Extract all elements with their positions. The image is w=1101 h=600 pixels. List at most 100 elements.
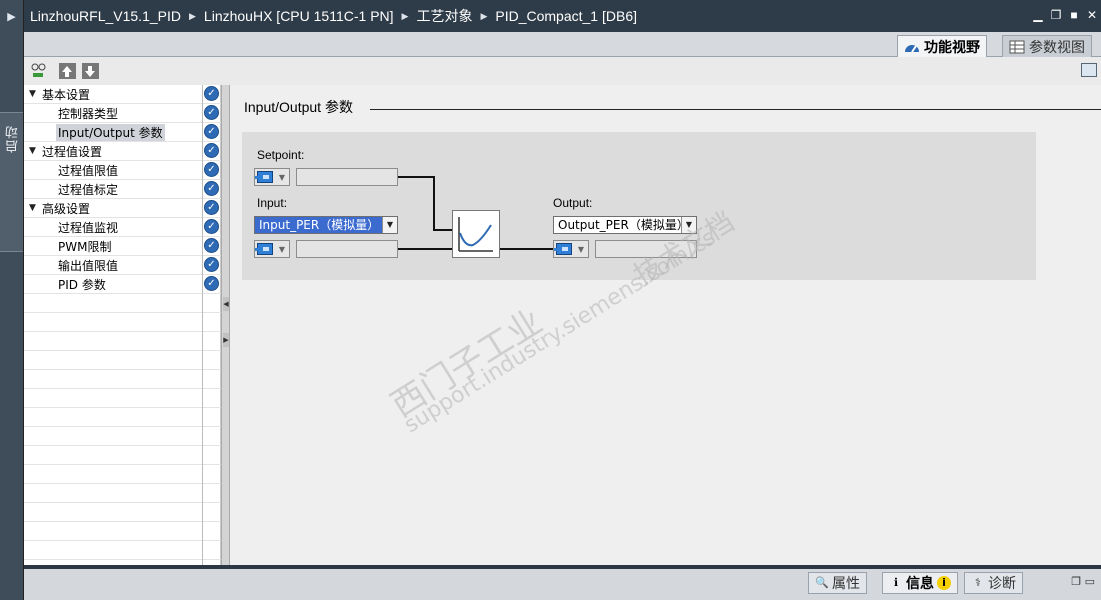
tree-item-process-value-monitoring[interactable]: 过程值监视 ✓ [24,218,221,237]
expand-arrow-icon[interactable]: ▶ [0,0,23,32]
pid-controller-block [452,210,500,258]
collapse-icon[interactable]: ▼ [29,203,36,213]
collapse-icon[interactable]: ▼ [29,89,36,99]
output-connector-button[interactable]: ▼ [553,240,589,258]
chevron-down-icon[interactable]: ▼ [681,217,696,233]
tab-functional-view[interactable]: 功能视野 [897,35,987,57]
check-icon: ✓ [204,200,219,215]
chevron-down-icon[interactable]: ▼ [382,217,397,233]
setpoint-field[interactable] [296,168,398,186]
view-tab-bar: 功能视野 参数视图 [24,32,1101,57]
tab-properties[interactable]: 🔍 属性 [808,572,867,594]
check-icon: ✓ [204,143,219,158]
tree-empty-row [24,427,221,446]
maximize-icon[interactable]: ■ [1067,8,1081,22]
section-divider [370,109,1101,110]
breadcrumb-separator-icon: ▶ [189,10,196,21]
input-wire [398,248,452,250]
check-icon: ✓ [204,105,219,120]
setpoint-wire [398,176,434,178]
tree-item-label: 过程值设置 [42,144,103,159]
tree-item-controller-type[interactable]: 控制器类型 ✓ [24,104,221,123]
close-icon[interactable]: ✕ [1085,8,1099,22]
pid-response-icon [458,217,493,252]
tree-item-label: PWM限制 [58,239,112,254]
output-wire [500,248,554,250]
breadcrumb-item-pid-compact[interactable]: PID_Compact_1 [DB6] [489,8,643,24]
tree-column-divider [202,85,203,565]
output-field[interactable] [595,240,697,258]
setpoint-connector-button[interactable]: ▼ [254,168,290,186]
tree-empty-row [24,351,221,370]
output-target-value: Output_PER（模拟量） [558,218,689,232]
tree-item-label: 输出值限值 [58,258,119,273]
minimize-icon[interactable]: ▁ [1031,8,1045,22]
tree-item-process-value-settings[interactable]: ▼ 过程值设置 ✓ [24,142,221,161]
tree-item-output-value-limits[interactable]: 输出值限值 ✓ [24,256,221,275]
input-connector-button[interactable]: ▼ [254,240,290,258]
tree-item-advanced-settings[interactable]: ▼ 高级设置 ✓ [24,199,221,218]
panel-splitter[interactable]: ◀ ▶ [221,85,230,565]
tree-empty-row [24,541,221,560]
warning-icon: i [937,576,951,590]
dropdown-arrow-icon: ▼ [278,172,286,182]
collapse-icon[interactable]: ▼ [29,146,36,156]
restore-icon[interactable]: ❐ [1049,8,1063,22]
tree-item-label: Input/Output 参数 [56,123,165,141]
tab-diagnostics-label: 诊断 [988,576,1016,592]
tree-empty-row [24,484,221,503]
layout-toggle-icon[interactable] [1081,63,1097,77]
watermark-text: 西门子工业 [384,301,550,426]
tree-empty-row [24,522,221,541]
upload-icon[interactable] [59,63,76,79]
expand-right-icon[interactable]: ▶ [223,333,229,347]
check-icon: ✓ [204,162,219,177]
io-diagram-panel: Setpoint: ▼ Input: Input_PER（模拟量） ▼ ▼ Ou… [242,132,1036,280]
tree-item-pwm-limits[interactable]: PWM限制 ✓ [24,237,221,256]
properties-icon: 🔍 [815,576,829,589]
tree-item-basic-settings[interactable]: ▼ 基本设置 ✓ [24,85,221,104]
tree-item-process-value-limits[interactable]: 过程值限值 ✓ [24,161,221,180]
tree-item-label: PID 参数 [58,277,106,292]
tree-item-pid-parameters[interactable]: PID 参数 ✓ [24,275,221,294]
connector-icon [255,243,273,255]
monitor-icon[interactable] [30,63,47,79]
parameter-view-icon [1009,40,1025,54]
tab-properties-label: 属性 [832,576,860,592]
tree-item-process-value-scaling[interactable]: 过程值标定 ✓ [24,180,221,199]
tree-item-label: 基本设置 [42,87,91,102]
setpoint-label: Setpoint: [257,148,305,162]
check-icon: ✓ [204,276,219,291]
breadcrumb-item-cpu[interactable]: LinzhouHX [CPU 1511C-1 PN] [198,8,400,24]
check-icon: ✓ [204,181,219,196]
collapse-left-icon[interactable]: ◀ [223,297,229,311]
breadcrumb-item-project[interactable]: LinzhouRFL_V15.1_PID [24,8,187,24]
tab-functional-view-label: 功能视野 [924,39,980,56]
tree-item-input-output[interactable]: Input/Output 参数 ✓ [24,123,221,142]
tab-parameter-view-label: 参数视图 [1029,39,1085,56]
output-target-select[interactable]: Output_PER（模拟量） ▼ [553,216,697,234]
input-field[interactable] [296,240,398,258]
breadcrumb-item-technology-objects[interactable]: 工艺对象 [410,6,478,26]
dropdown-arrow-icon: ▼ [577,244,585,254]
input-label: Input: [257,196,288,210]
input-source-select[interactable]: Input_PER（模拟量） ▼ [254,216,398,234]
vertical-tab-label: 启动 [6,125,21,153]
download-icon[interactable] [82,63,99,79]
tree-item-label: 高级设置 [42,201,91,216]
panel-layout-icon[interactable]: ❐ ▭ [1071,575,1095,588]
connector-icon [554,243,572,255]
connector-icon [255,171,273,183]
tree-empty-row [24,294,221,313]
tab-diagnostics[interactable]: ⚕ 诊断 [964,572,1023,594]
breadcrumb-separator-icon: ▶ [401,10,409,21]
tab-info-label: 信息 [906,576,934,592]
tree-empty-row [24,370,221,389]
tree-item-label: 过程值标定 [58,182,119,197]
breadcrumb: LinzhouRFL_V15.1_PID ▶ LinzhouHX [CPU 15… [24,6,643,26]
section-title: Input/Output 参数 [244,99,353,115]
tab-info[interactable]: ℹ 信息 i [882,572,958,594]
tab-parameter-view[interactable]: 参数视图 [1002,35,1092,57]
vertical-tab-start[interactable]: 启动 [0,112,23,252]
tree-empty-row [24,503,221,522]
